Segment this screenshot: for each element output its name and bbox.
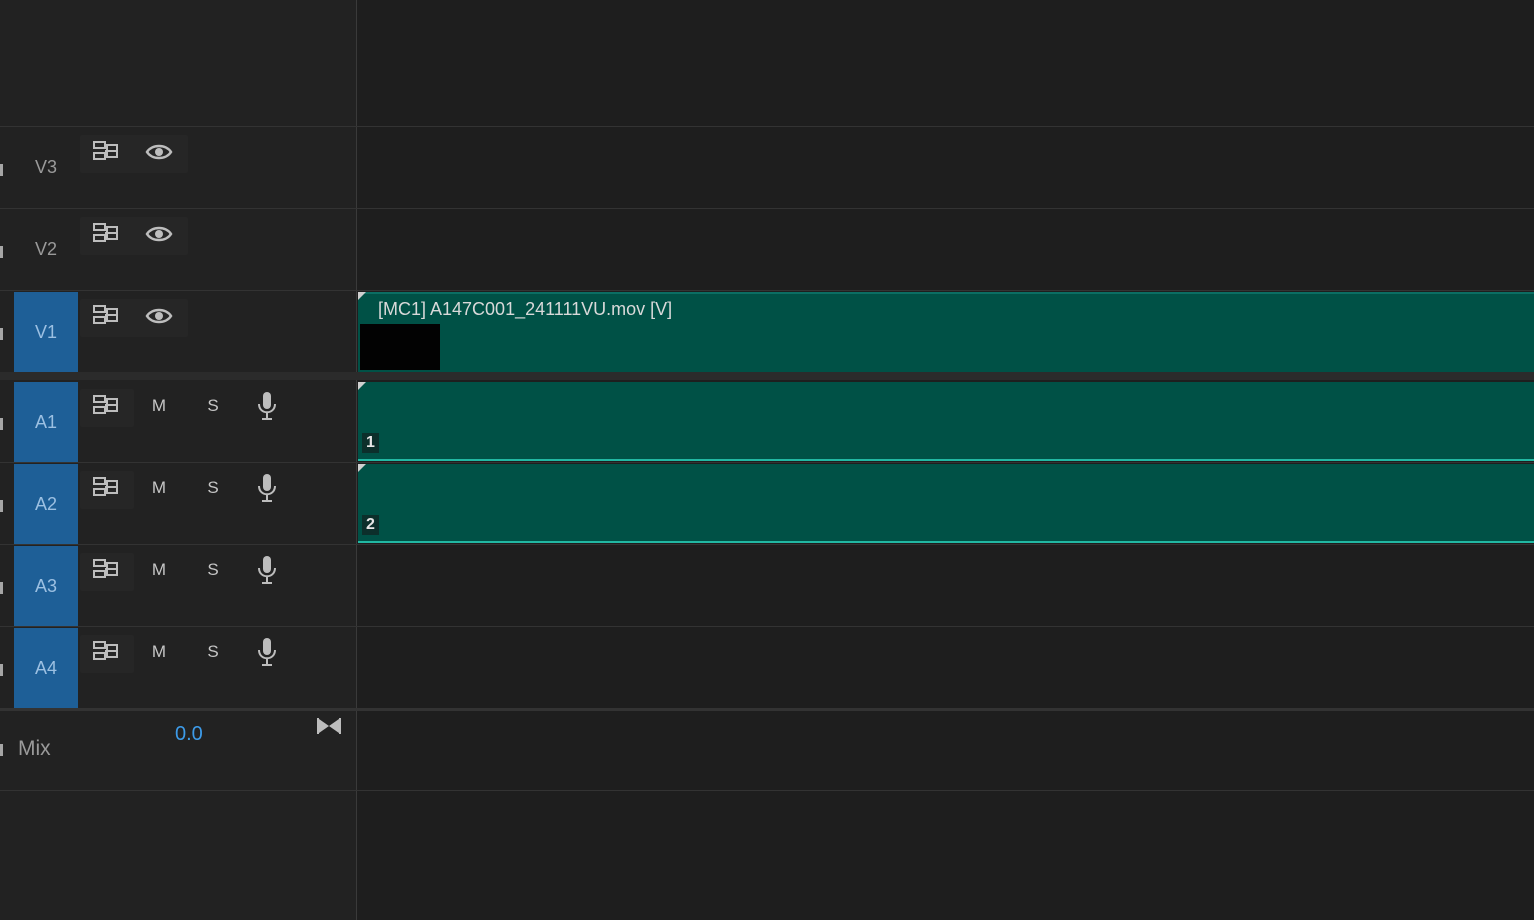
clip-edge-line: [358, 459, 1534, 461]
mute-button[interactable]: M: [146, 641, 172, 663]
audio-channel-badge: 2: [362, 515, 379, 535]
audio-clip-a2[interactable]: [358, 464, 1534, 542]
track-label-a2[interactable]: A2: [14, 464, 78, 544]
track-v2: V2: [0, 209, 357, 290]
track-tick: [0, 744, 3, 756]
track-tick: [0, 418, 3, 430]
track-tick: [0, 664, 3, 676]
microphone-icon[interactable]: [254, 555, 280, 585]
mix-label: Mix: [18, 737, 51, 760]
clip-start-marker: [358, 382, 366, 390]
mute-button[interactable]: M: [146, 477, 172, 499]
mute-button[interactable]: M: [146, 559, 172, 581]
track-label-v3[interactable]: V3: [14, 127, 78, 208]
track-label-a3[interactable]: A3: [14, 546, 78, 626]
track-tick: [0, 500, 3, 512]
audio-channel-badge: 1: [362, 433, 379, 453]
sync-lock-icon[interactable]: [92, 557, 120, 581]
microphone-icon[interactable]: [254, 391, 280, 421]
microphone-icon[interactable]: [254, 637, 280, 667]
eye-icon[interactable]: [144, 305, 174, 327]
video-audio-separator: [0, 372, 1534, 380]
clip-start-marker: [358, 464, 366, 472]
clip-thumbnail: [360, 324, 440, 370]
solo-button[interactable]: S: [200, 477, 226, 499]
solo-button[interactable]: S: [200, 395, 226, 417]
track-v3: V3: [0, 127, 357, 208]
clip-edge-line: [358, 541, 1534, 543]
clip-start-marker: [358, 292, 366, 300]
track-a2: A2 M S: [0, 463, 357, 544]
audio-clip-a1[interactable]: [358, 382, 1534, 460]
track-label-a4[interactable]: A4: [14, 628, 78, 708]
track-tick: [0, 328, 3, 340]
clip-border: [358, 292, 1534, 294]
sync-lock-icon[interactable]: [92, 303, 120, 327]
track-label-v1[interactable]: V1: [14, 292, 78, 372]
track-a3: A3 M S: [0, 545, 357, 626]
solo-button[interactable]: S: [200, 641, 226, 663]
track-label-v2[interactable]: V2: [14, 209, 78, 290]
track-a4: A4 M S: [0, 627, 357, 708]
track-tick: [0, 246, 3, 258]
row-separator: [0, 790, 1534, 791]
track-tick: [0, 582, 3, 594]
sync-lock-icon[interactable]: [92, 475, 120, 499]
clip-title: [MC1] A147C001_241111VU.mov [V]: [378, 299, 673, 319]
bowtie-icon[interactable]: [316, 715, 342, 737]
solo-button[interactable]: S: [200, 559, 226, 581]
sync-lock-icon[interactable]: [92, 139, 120, 163]
eye-icon[interactable]: [144, 223, 174, 245]
microphone-icon[interactable]: [254, 473, 280, 503]
track-v1: V1: [0, 291, 357, 372]
track-mix: Mix 0.0: [0, 711, 357, 790]
track-label-a1[interactable]: A1: [14, 382, 78, 462]
mute-button[interactable]: M: [146, 395, 172, 417]
track-a1: A1 M S: [0, 381, 357, 462]
sync-lock-icon[interactable]: [92, 393, 120, 417]
sync-lock-icon[interactable]: [92, 639, 120, 663]
mix-volume-value[interactable]: 0.0: [175, 723, 203, 746]
sync-lock-icon[interactable]: [92, 221, 120, 245]
eye-icon[interactable]: [144, 141, 174, 163]
track-tick: [0, 164, 3, 176]
